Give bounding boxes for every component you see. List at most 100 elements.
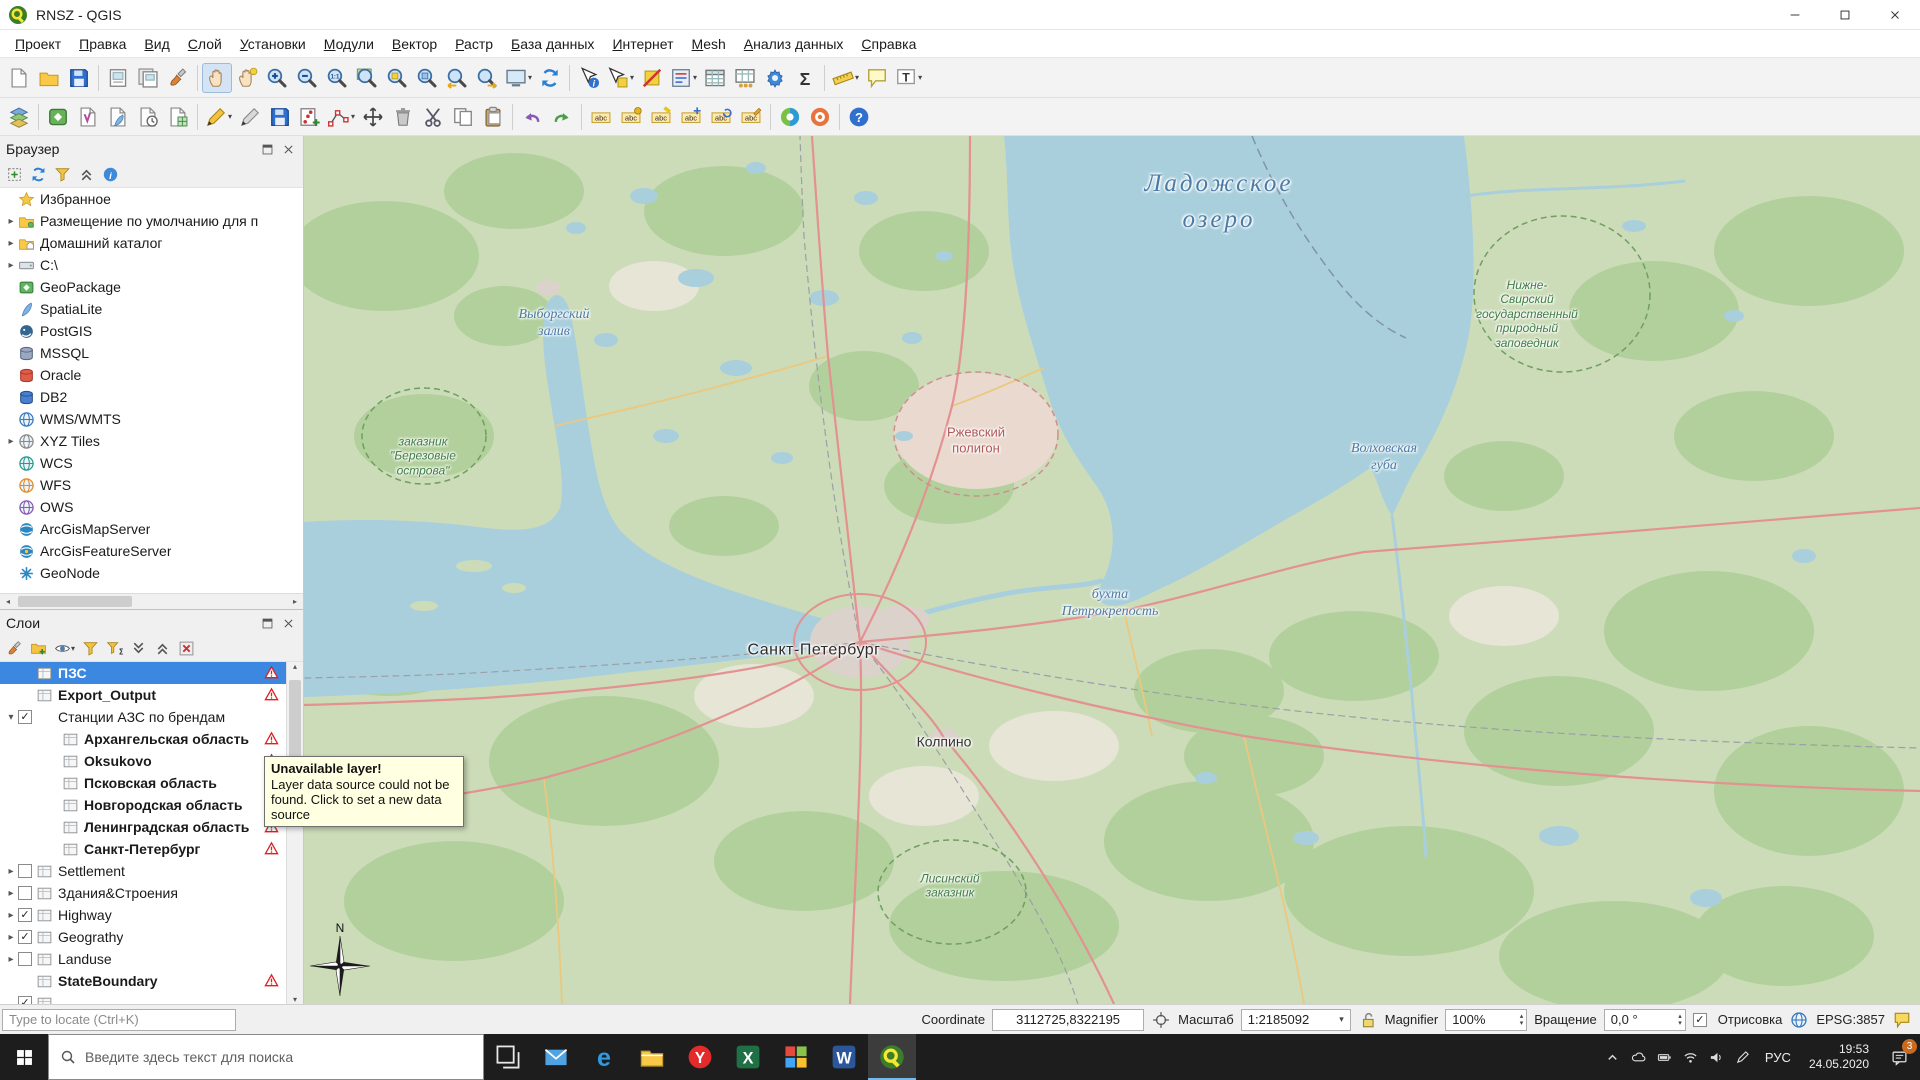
scale-combobox[interactable]: 1:2185092 ▾ [1240, 1008, 1351, 1031]
collapse-all-layers[interactable]: ▾ [153, 638, 172, 660]
statistical-summary[interactable]: Σ▾ [790, 63, 820, 93]
pen[interactable] [1730, 1034, 1756, 1080]
browser-item[interactable]: OWS [0, 496, 303, 518]
layer-item[interactable]: ПЗС [0, 662, 303, 684]
new-virtual-layer[interactable]: ▾ [163, 102, 193, 132]
menu-item[interactable]: Интернет [603, 33, 682, 55]
save-project[interactable]: ▾ [64, 63, 94, 93]
layer-item[interactable]: Новгородская область [0, 794, 303, 816]
browser-item[interactable]: SpatiaLite [0, 298, 303, 320]
edge-browser[interactable]: e [580, 1034, 628, 1080]
layer-visibility-checkbox[interactable]: ✓ [18, 710, 32, 724]
deselect-features[interactable]: ▾ [637, 63, 667, 93]
vertical-scrollbar[interactable]: ▴ ▾ [286, 662, 303, 1004]
layer-item[interactable]: Ленинградская область [0, 816, 303, 838]
browser-item[interactable]: WCS [0, 452, 303, 474]
expand-arrow-icon[interactable]: ▸ [4, 436, 18, 447]
osm-place-search[interactable]: ▾ [775, 102, 805, 132]
redo[interactable]: ▾ [547, 102, 577, 132]
change-label[interactable]: abc▾ [736, 102, 766, 132]
colorful-grid-app[interactable] [772, 1034, 820, 1080]
hidden-icons[interactable] [1600, 1034, 1626, 1080]
taskbar-clock[interactable]: 19:53 24.05.2020 [1800, 1034, 1878, 1080]
layer-labeling[interactable]: abc▾ [586, 102, 616, 132]
open-project[interactable]: ▾ [34, 63, 64, 93]
menu-item[interactable]: Вид [135, 33, 178, 55]
new-map-view[interactable]: ▾ [502, 63, 535, 93]
layer-visibility-checkbox[interactable]: ✓ [18, 930, 32, 944]
filter-by-expression[interactable]: Σ▾ [105, 638, 124, 660]
battery[interactable] [1652, 1034, 1678, 1080]
layer-item[interactable]: StateBoundary [0, 970, 303, 992]
layer-item[interactable]: Oksukovo [0, 750, 303, 772]
zoom-to-layer[interactable]: ▾ [412, 63, 442, 93]
remove-layer[interactable]: ▾ [177, 638, 196, 660]
scrollbar-thumb[interactable] [18, 596, 132, 607]
volume[interactable] [1704, 1034, 1730, 1080]
filter-browser[interactable]: ▾ [53, 164, 72, 186]
close-button[interactable] [1870, 0, 1920, 29]
browser-item[interactable]: PostGIS [0, 320, 303, 342]
processing-toolbox[interactable]: ▾ [760, 63, 790, 93]
expand-arrow-icon[interactable]: ▸ [4, 954, 18, 965]
layer-item[interactable]: ▾ ✓ Станции АЗС по брендам [0, 706, 303, 728]
browser-item[interactable]: Oracle [0, 364, 303, 386]
action-center-button[interactable]: 3 [1878, 1034, 1920, 1080]
layer-item[interactable]: ▸ Здания&Строения [0, 882, 303, 904]
minimize-button[interactable] [1770, 0, 1820, 29]
undo[interactable]: ▾ [517, 102, 547, 132]
magnifier-spinner[interactable]: 100% ▴ ▾ [1445, 1008, 1528, 1031]
text-annotation[interactable]: T ▾ [892, 63, 925, 93]
layer-item[interactable]: Санкт-Петербург [0, 838, 303, 860]
expand-arrow-icon[interactable]: ▸ [4, 888, 18, 899]
browser-item[interactable]: ▸ C:\ [0, 254, 303, 276]
menu-item[interactable]: Модули [315, 33, 383, 55]
zoom-next[interactable]: ▾ [472, 63, 502, 93]
browser-item[interactable]: DB2 [0, 386, 303, 408]
spinner-arrows-icon[interactable]: ▴ ▾ [1678, 1013, 1682, 1027]
menu-item[interactable]: База данных [502, 33, 603, 55]
new-geopackage-layer[interactable]: ▾ [43, 102, 73, 132]
delete-selected[interactable]: ▾ [388, 102, 418, 132]
filter-legend[interactable]: ▾ [81, 638, 100, 660]
move-feature[interactable]: ▾ [358, 102, 388, 132]
menu-item[interactable]: Вектор [383, 33, 446, 55]
current-edits[interactable]: ▾ [202, 102, 235, 132]
layer-item[interactable]: ▸ ✓ Geograthy [0, 926, 303, 948]
collapse-all-browser[interactable]: ▾ [77, 164, 96, 186]
layer-visibility-checkbox[interactable] [18, 864, 32, 878]
manage-map-themes[interactable]: ▾ [53, 638, 76, 660]
word[interactable]: W [820, 1034, 868, 1080]
layer-visibility-checkbox[interactable] [18, 952, 32, 966]
zoom-last[interactable]: ▾ [442, 63, 472, 93]
zoom-out[interactable]: ▾ [292, 63, 322, 93]
layer-visibility-checkbox[interactable]: ✓ [18, 908, 32, 922]
metasearch[interactable]: ▾ [805, 102, 835, 132]
browser-item[interactable]: MSSQL [0, 342, 303, 364]
menu-item[interactable]: Анализ данных [735, 33, 853, 55]
pan-map[interactable]: ▾ [202, 62, 232, 93]
browser-item[interactable]: ArcGisFeatureServer [0, 540, 303, 562]
render-checkbox[interactable]: ✓ [1692, 1012, 1707, 1027]
menu-item[interactable]: Установки [231, 33, 315, 55]
new-shapefile-layer[interactable]: ▾ [73, 102, 103, 132]
layer-visibility-checkbox[interactable] [18, 886, 32, 900]
layer-item[interactable]: Псковская область [0, 772, 303, 794]
map-canvas[interactable]: N Ладожское озеро Нижне- Свирский государств… [304, 136, 1920, 1004]
layer-item[interactable]: Export_Output [0, 684, 303, 706]
start-button[interactable] [0, 1034, 48, 1080]
zoom-full[interactable]: ▾ [352, 63, 382, 93]
undock-panel-button[interactable] [258, 614, 276, 632]
pan-to-selection[interactable]: ▾ [232, 63, 262, 93]
browser-item[interactable]: Избранное [0, 188, 303, 210]
rotation-spinner[interactable]: 0,0 ° ▴ ▾ [1603, 1008, 1686, 1031]
help[interactable]: ?▾ [844, 102, 874, 132]
new-project[interactable]: ▾ [4, 63, 34, 93]
expand-all[interactable]: ▾ [129, 638, 148, 660]
layout-manager[interactable]: ▾ [133, 63, 163, 93]
add-group[interactable]: ▾ [29, 638, 48, 660]
rotate-label[interactable]: abc▾ [706, 102, 736, 132]
layer-visibility-checkbox[interactable]: ✓ [18, 996, 32, 1004]
new-temporary-scratch-layer[interactable]: ▾ [133, 102, 163, 132]
browser-item[interactable]: ▸ XYZ Tiles [0, 430, 303, 452]
